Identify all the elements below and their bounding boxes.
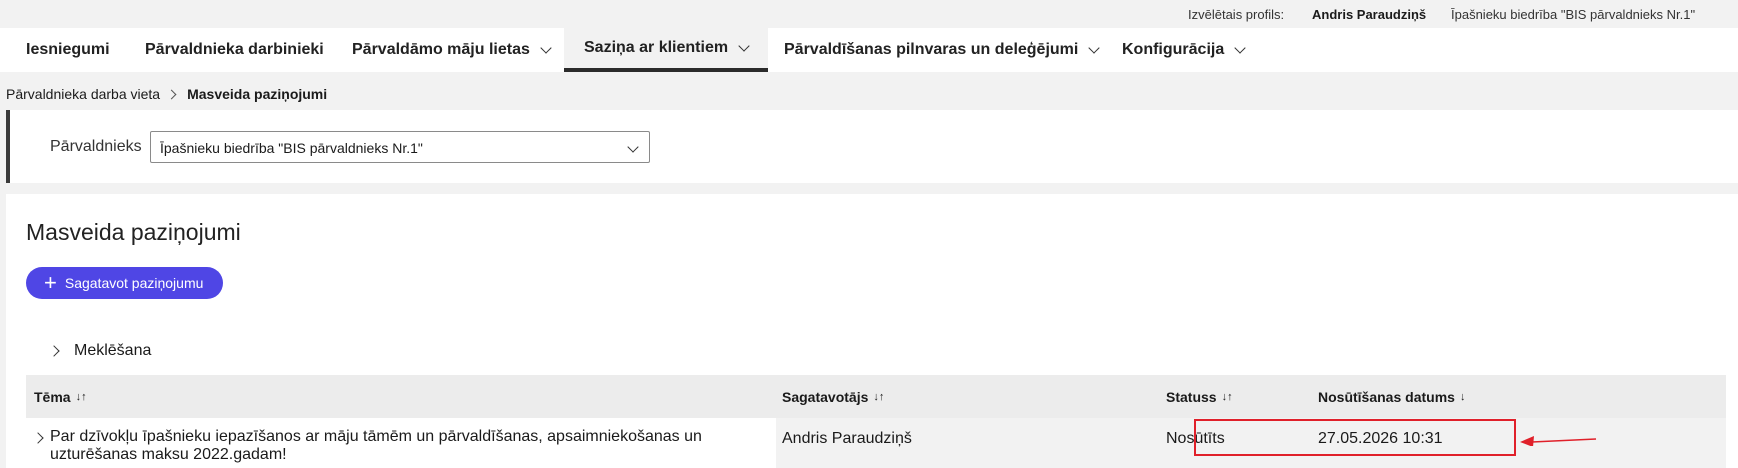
nav-item-konfiguracija[interactable]: Konfigurācija (1102, 28, 1264, 72)
column-header-status[interactable]: Statuss ↓↑ (1166, 389, 1233, 405)
chevron-down-icon (627, 141, 639, 153)
top-info-bar: Izvēlētais profils: Andris Paraudziņš Īp… (0, 0, 1738, 28)
main-navigation: Iesniegumi Pārvaldnieka darbinieki Pārva… (0, 28, 1738, 72)
plus-icon: + (44, 270, 57, 295)
column-header-label: Tēma (34, 389, 71, 405)
row-author: Andris Paraudziņš (782, 430, 912, 447)
column-header-label: Statuss (1166, 389, 1217, 405)
nav-item-iesniegumi[interactable]: Iesniegumi (6, 28, 130, 72)
nav-item-parvaldamo-maju-lietas[interactable]: Pārvaldāmo māju lietas (332, 28, 570, 72)
nav-item-label: Pārvaldāmo māju lietas (352, 41, 530, 58)
column-header-label: Sagatavotājs (782, 389, 869, 405)
nav-item-label: Konfigurācija (1122, 41, 1225, 58)
breadcrumb-parent-link[interactable]: Pārvaldnieka darba vieta (6, 86, 160, 102)
create-notice-button-label: Sagatavot paziņojumu (64, 275, 204, 291)
nav-item-sazina-ar-klientiem[interactable]: Saziņa ar klientiem (564, 28, 769, 72)
chevron-down-icon (738, 39, 750, 52)
column-header-author[interactable]: Sagatavotājs ↓↑ (782, 389, 884, 405)
column-header-label: Nosūtīšanas datums (1318, 389, 1455, 405)
breadcrumb: Pārvaldnieka darba vieta Masveida paziņo… (6, 86, 327, 102)
nav-item-label: Saziņa ar klientiem (584, 39, 729, 56)
manager-filter-label: Pārvaldnieks (50, 138, 142, 155)
chevron-down-icon (540, 41, 552, 54)
search-toggle[interactable]: Meklēšana (48, 342, 152, 360)
annotation-arrow-icon (1520, 436, 1597, 446)
nav-item-label: Iesniegumi (26, 41, 110, 58)
row-topic: Par dzīvokļu īpašnieku iepazīšanos ar mā… (50, 428, 702, 463)
nav-item-parvaldnieka-darbinieki[interactable]: Pārvaldnieka darbinieki (125, 28, 344, 72)
page-title: Masveida paziņojumi (26, 219, 241, 245)
sort-icon: ↓↑ (75, 391, 87, 403)
breadcrumb-current: Masveida paziņojumi (187, 86, 328, 102)
manager-filter-panel: Pārvaldnieks Īpašnieku biedrība "BIS pār… (6, 110, 1738, 183)
manager-select[interactable]: Īpašnieku biedrība "BIS pārvaldnieks Nr.… (150, 131, 650, 163)
profile-user-name[interactable]: Andris Paraudziņš (1312, 7, 1426, 22)
sort-icon: ↓ (1459, 391, 1466, 403)
nav-item-label: Pārvaldnieka darbinieki (145, 41, 324, 58)
search-toggle-label: Meklēšana (74, 342, 152, 359)
annotation-highlight-box (1194, 419, 1516, 456)
profile-organization[interactable]: Īpašnieku biedrība "BIS pārvaldnieks Nr.… (1451, 7, 1695, 22)
manager-select-value: Īpašnieku biedrība "BIS pārvaldnieks Nr.… (160, 140, 423, 156)
profile-label: Izvēlētais profils: (1188, 7, 1285, 22)
expand-chevron-icon[interactable] (32, 432, 44, 444)
column-header-sent-date[interactable]: Nosūtīšanas datums ↓ (1318, 389, 1465, 405)
chevron-right-icon (48, 345, 60, 357)
sort-icon: ↓↑ (1221, 391, 1233, 403)
nav-item-parvaldisanas-pilnvaras[interactable]: Pārvaldīšanas pilnvaras un deleģējumi (764, 28, 1118, 72)
chevron-down-icon (1088, 41, 1101, 54)
nav-item-label: Pārvaldīšanas pilnvaras un deleģējumi (784, 41, 1079, 58)
chevron-down-icon (1234, 41, 1246, 54)
column-header-topic[interactable]: Tēma ↓↑ (34, 389, 87, 405)
row-topic-cell: Par dzīvokļu īpašnieku iepazīšanos ar mā… (26, 418, 776, 468)
table-header: Tēma ↓↑ Sagatavotājs ↓↑ Statuss ↓↑ Nosūtīša… (26, 375, 1726, 418)
sort-icon: ↓↑ (873, 391, 885, 403)
chevron-right-icon (166, 89, 177, 99)
create-notice-button[interactable]: + Sagatavot paziņojumu (26, 267, 223, 299)
